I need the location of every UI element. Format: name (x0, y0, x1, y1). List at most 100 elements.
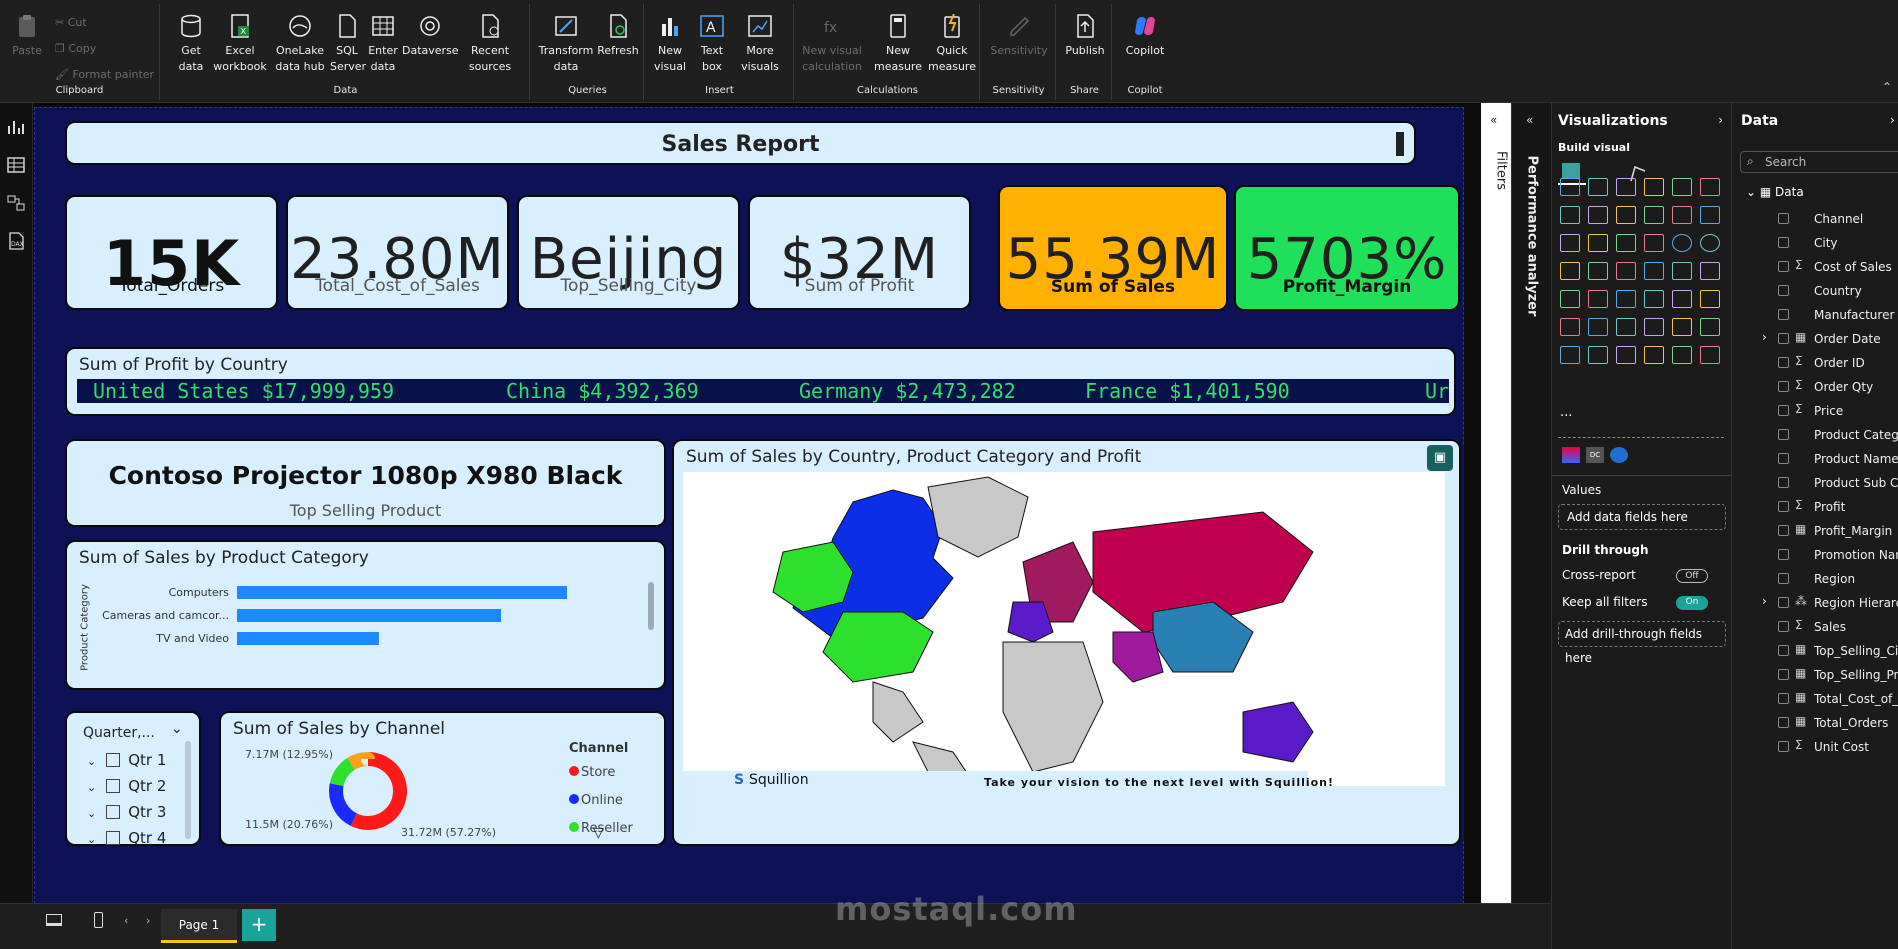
data-field[interactable]: Σ Order Qty (1732, 377, 1898, 399)
checkbox[interactable] (1778, 333, 1789, 344)
data-field[interactable]: Σ Order ID (1732, 353, 1898, 375)
checkbox[interactable] (1778, 453, 1789, 464)
visual-type-icon[interactable] (1700, 234, 1720, 252)
bar[interactable] (237, 586, 567, 599)
custom-visual-icon[interactable]: DC (1586, 447, 1604, 463)
cut-button[interactable]: ✂ Cut (55, 16, 87, 29)
new-measure-button[interactable]: New measure (872, 12, 924, 75)
custom-visual-icon[interactable] (1610, 447, 1628, 463)
mobile-layout-icon[interactable] (94, 912, 103, 928)
checkbox[interactable] (1778, 669, 1789, 680)
legend-scroll-down-icon[interactable]: ▽ (593, 825, 604, 841)
sensitivity-button[interactable]: Sensitivity (986, 12, 1052, 59)
checkbox[interactable] (1778, 285, 1789, 296)
expand-vis-icon[interactable]: › (1718, 113, 1723, 127)
visual-type-icon[interactable] (1644, 206, 1664, 224)
data-field[interactable]: Product Category (1732, 425, 1898, 447)
new-visual-calculation-button[interactable]: fx New visual calculation (798, 12, 866, 75)
slicer-item[interactable]: ⌄ Qtr 4 (87, 829, 166, 847)
checkbox[interactable] (1778, 429, 1789, 440)
custom-visual-icon[interactable] (1562, 447, 1580, 463)
data-field[interactable]: Region (1732, 569, 1898, 591)
visual-type-icon[interactable] (1672, 290, 1692, 308)
visual-type-icon[interactable] (1644, 346, 1664, 364)
sql-server-button[interactable]: SQL Server (330, 12, 366, 75)
checkbox[interactable] (1778, 213, 1789, 224)
collapse-ribbon-icon[interactable]: ⌃ (1882, 80, 1892, 94)
data-field[interactable]: Product Name (1732, 449, 1898, 471)
visual-type-icon[interactable] (1672, 318, 1692, 336)
visual-type-icon[interactable] (1588, 290, 1608, 308)
visual-type-icon[interactable] (1588, 318, 1608, 336)
enter-data-button[interactable]: Enter data (366, 12, 400, 75)
kpi-top-selling-city[interactable]: Beijing Top_Selling_City (517, 195, 740, 310)
visual-type-icon[interactable] (1616, 290, 1636, 308)
refresh-button[interactable]: Refresh (596, 12, 640, 59)
collapse-performance-icon[interactable]: « (1526, 113, 1533, 127)
visual-type-icon[interactable] (1588, 234, 1608, 252)
data-field[interactable]: ▦ Profit_Margin (1732, 521, 1898, 543)
checkbox[interactable] (1778, 477, 1789, 488)
visual-type-icon[interactable] (1616, 262, 1636, 280)
visual-type-icon[interactable] (1700, 318, 1720, 336)
visual-type-icon[interactable] (1560, 346, 1580, 364)
report-view-icon[interactable] (6, 117, 26, 137)
drill-drop-zone[interactable]: Add drill-through fields here (1558, 621, 1726, 665)
visual-type-icon[interactable] (1644, 234, 1664, 252)
kpi-sum-of-sales[interactable]: 55.39M Sum of Sales (998, 185, 1228, 311)
checkbox[interactable] (1778, 741, 1789, 752)
chevron-right-icon[interactable]: › (1762, 330, 1767, 344)
chevron-right-icon[interactable]: › (1762, 594, 1767, 608)
checkbox[interactable] (106, 779, 121, 793)
page-tab[interactable]: Page 1 (161, 909, 237, 943)
checkbox[interactable] (1778, 357, 1789, 368)
visual-type-icon[interactable] (1700, 346, 1720, 364)
visual-type-icon[interactable] (1672, 178, 1692, 196)
publish-button[interactable]: Publish (1060, 12, 1110, 59)
prev-page-icon[interactable]: ‹ (124, 914, 128, 927)
data-field[interactable]: Promotion Name (1732, 545, 1898, 567)
table-view-icon[interactable] (6, 155, 26, 175)
data-field[interactable]: ▦ Top_Selling_City (1732, 641, 1898, 663)
bar-chart-scrollbar[interactable] (648, 582, 654, 630)
data-field[interactable]: › ⁂ Region Hierarchy (1732, 593, 1898, 615)
visual-type-icon[interactable] (1700, 178, 1720, 196)
new-visual-button[interactable]: New visual (648, 12, 692, 75)
checkbox[interactable] (1778, 501, 1789, 512)
visual-type-icon[interactable] (1700, 206, 1720, 224)
visual-type-icon[interactable] (1616, 346, 1636, 364)
close-data-icon[interactable]: › (1890, 113, 1895, 127)
keep-filters-toggle[interactable]: On (1676, 596, 1708, 610)
format-painter-button[interactable]: 🖌 Format painter (55, 68, 154, 81)
slicer-item[interactable]: ⌄ Qtr 3 (87, 803, 166, 821)
ticker-card[interactable]: Sum of Profit by Country United States $… (65, 347, 1456, 416)
checkbox[interactable] (1778, 309, 1789, 320)
data-field[interactable]: Σ Price (1732, 401, 1898, 423)
visual-type-icon[interactable] (1644, 290, 1664, 308)
slicer-scrollbar[interactable] (185, 741, 191, 839)
performance-analyzer-pane[interactable]: « Performance analyzer (1511, 103, 1551, 949)
kpi-sum-of-profit[interactable]: $32M Sum of Profit (748, 195, 971, 310)
visual-type-icon[interactable] (1644, 178, 1664, 196)
recent-sources-button[interactable]: Recent sources (462, 12, 518, 75)
checkbox[interactable] (1778, 573, 1789, 584)
data-field[interactable]: Country (1732, 281, 1898, 303)
data-field[interactable]: Σ Cost of Sales (1732, 257, 1898, 279)
data-search[interactable]: ⌕ Search (1740, 151, 1898, 173)
data-table-node[interactable]: ⌄ ▦ Data (1746, 185, 1804, 199)
top-product-card[interactable]: Contoso Projector 1080p X980 Black Top S… (65, 439, 666, 527)
copilot-button[interactable]: Copilot (1118, 12, 1172, 59)
excel-button[interactable]: X Excel workbook (210, 12, 270, 75)
checkbox[interactable] (106, 831, 121, 845)
data-field[interactable]: Channel (1732, 209, 1898, 231)
legend-item[interactable]: Store (569, 765, 615, 780)
visual-type-icon[interactable] (1560, 206, 1580, 224)
visual-type-icon[interactable] (1672, 234, 1692, 252)
visual-type-icon[interactable] (1588, 262, 1608, 280)
model-view-icon[interactable] (6, 193, 26, 213)
checkbox[interactable] (1778, 405, 1789, 416)
data-field[interactable]: Σ Profit (1732, 497, 1898, 519)
visual-type-icon[interactable] (1560, 318, 1580, 336)
checkbox[interactable] (1778, 645, 1789, 656)
visual-type-icon[interactable] (1616, 234, 1636, 252)
